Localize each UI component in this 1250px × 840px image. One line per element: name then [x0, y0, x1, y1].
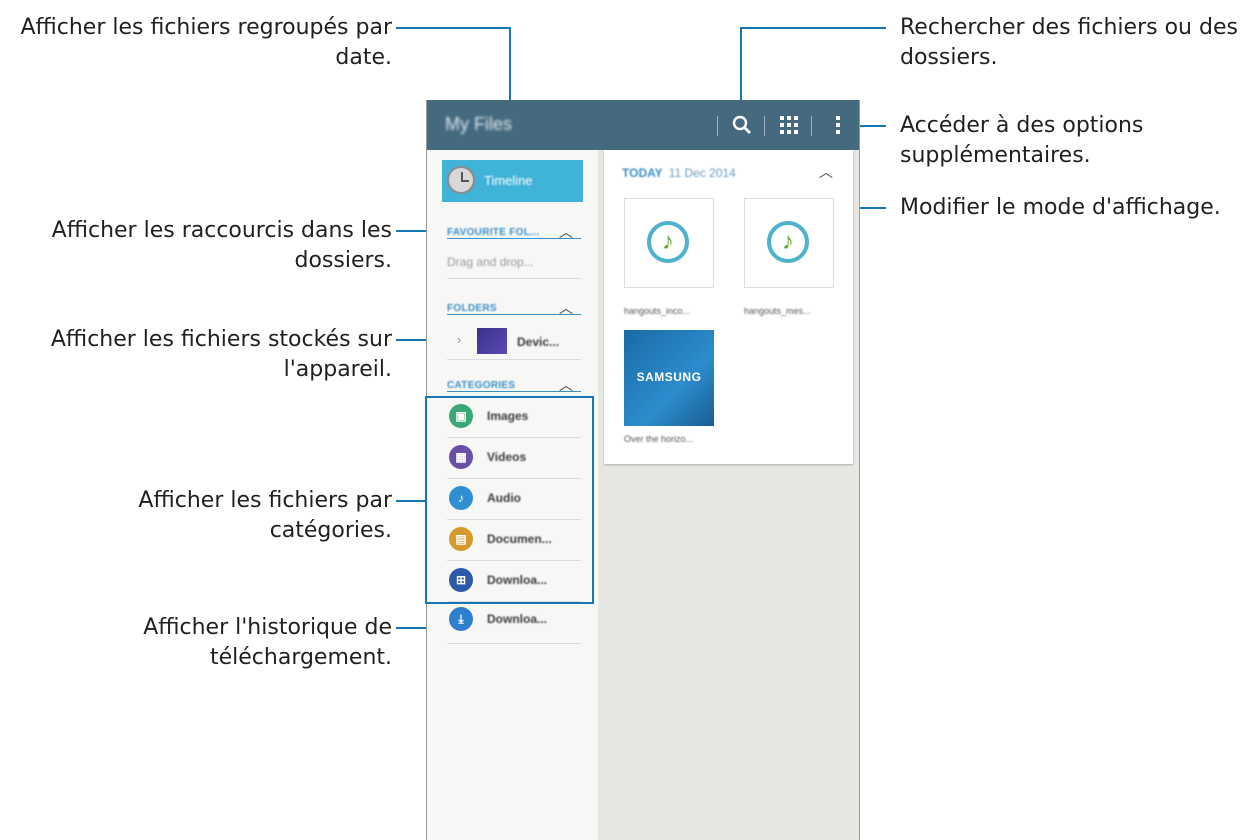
file-name: hangouts_mes...	[744, 306, 811, 316]
callout-categories: Afficher les fichiers par catégories.	[138, 488, 392, 543]
callout-shortcuts: Afficher les raccourcis dans les dossiers…	[51, 218, 392, 273]
folder-item-label: Devic...	[517, 335, 560, 349]
callout-group-by-date: Afficher les fichiers regroupés par date.	[20, 15, 392, 70]
chevron-up-icon[interactable]: ︿	[819, 162, 833, 182]
section-divider	[447, 238, 581, 239]
file-name: Over the horizo...	[624, 434, 694, 444]
appbar-divider	[717, 116, 718, 136]
music-note-icon: ♪	[767, 221, 809, 263]
date-group-header: TODAY 11 Dec 2014	[622, 166, 736, 180]
clock-icon	[447, 166, 475, 194]
file-name: hangouts_inco...	[624, 306, 691, 316]
row-divider	[447, 278, 581, 279]
grid-view-icon[interactable]	[774, 110, 804, 140]
search-icon[interactable]	[727, 110, 757, 140]
chevron-up-icon[interactable]: ︿	[559, 298, 573, 318]
file-item[interactable]: ♪	[624, 198, 714, 288]
callout-search: Rechercher des fichiers ou des dossiers.	[900, 15, 1238, 70]
callout-download-history: Afficher l'historique de téléchargement.	[143, 615, 392, 670]
chevron-right-icon: ›	[457, 332, 462, 347]
timeline-label: Timeline	[484, 173, 533, 188]
section-divider	[447, 314, 581, 315]
download-icon: ⤓	[449, 607, 473, 631]
timeline-button[interactable]: Timeline	[442, 160, 583, 202]
app-bar: My Files	[427, 100, 859, 150]
download-history-label: Downloa...	[487, 612, 547, 626]
today-date: 11 Dec 2014	[668, 166, 736, 180]
favourite-placeholder: Drag and drop...	[447, 255, 534, 269]
more-options-icon[interactable]	[823, 110, 853, 140]
callout-device-files: Afficher les fichiers stockés sur l'appar…	[50, 327, 392, 382]
categories-highlight-box	[425, 396, 594, 604]
device-storage-icon	[477, 328, 507, 354]
section-divider	[447, 391, 581, 392]
app-title: My Files	[445, 114, 512, 134]
file-item[interactable]: ♪	[744, 198, 834, 288]
files-pane: TODAY 11 Dec 2014 ︿ ♪ hangouts_inco... ♪ …	[604, 150, 853, 464]
download-history-item[interactable]: ⤓ Downloa...	[447, 599, 581, 639]
favourite-folders-header: FAVOURITE FOL...	[447, 227, 540, 238]
file-item[interactable]: SAMSUNG	[624, 330, 714, 426]
folder-item-device[interactable]: › Devic...	[447, 324, 581, 358]
folders-header: FOLDERS	[447, 303, 497, 314]
callout-view-mode: Modifier le mode d'affichage.	[900, 195, 1221, 220]
row-divider	[447, 643, 581, 644]
today-label: TODAY	[622, 166, 663, 180]
row-divider	[447, 359, 581, 360]
callout-more-options: Accéder à des options supplémentaires.	[900, 113, 1144, 168]
chevron-up-icon[interactable]: ︿	[559, 375, 573, 395]
chevron-up-icon[interactable]: ︿	[559, 222, 573, 242]
categories-header: CATEGORIES	[447, 380, 516, 391]
appbar-divider	[811, 116, 812, 136]
appbar-divider	[764, 116, 765, 136]
samsung-thumb-text: SAMSUNG	[636, 370, 702, 384]
music-note-icon: ♪	[647, 221, 689, 263]
